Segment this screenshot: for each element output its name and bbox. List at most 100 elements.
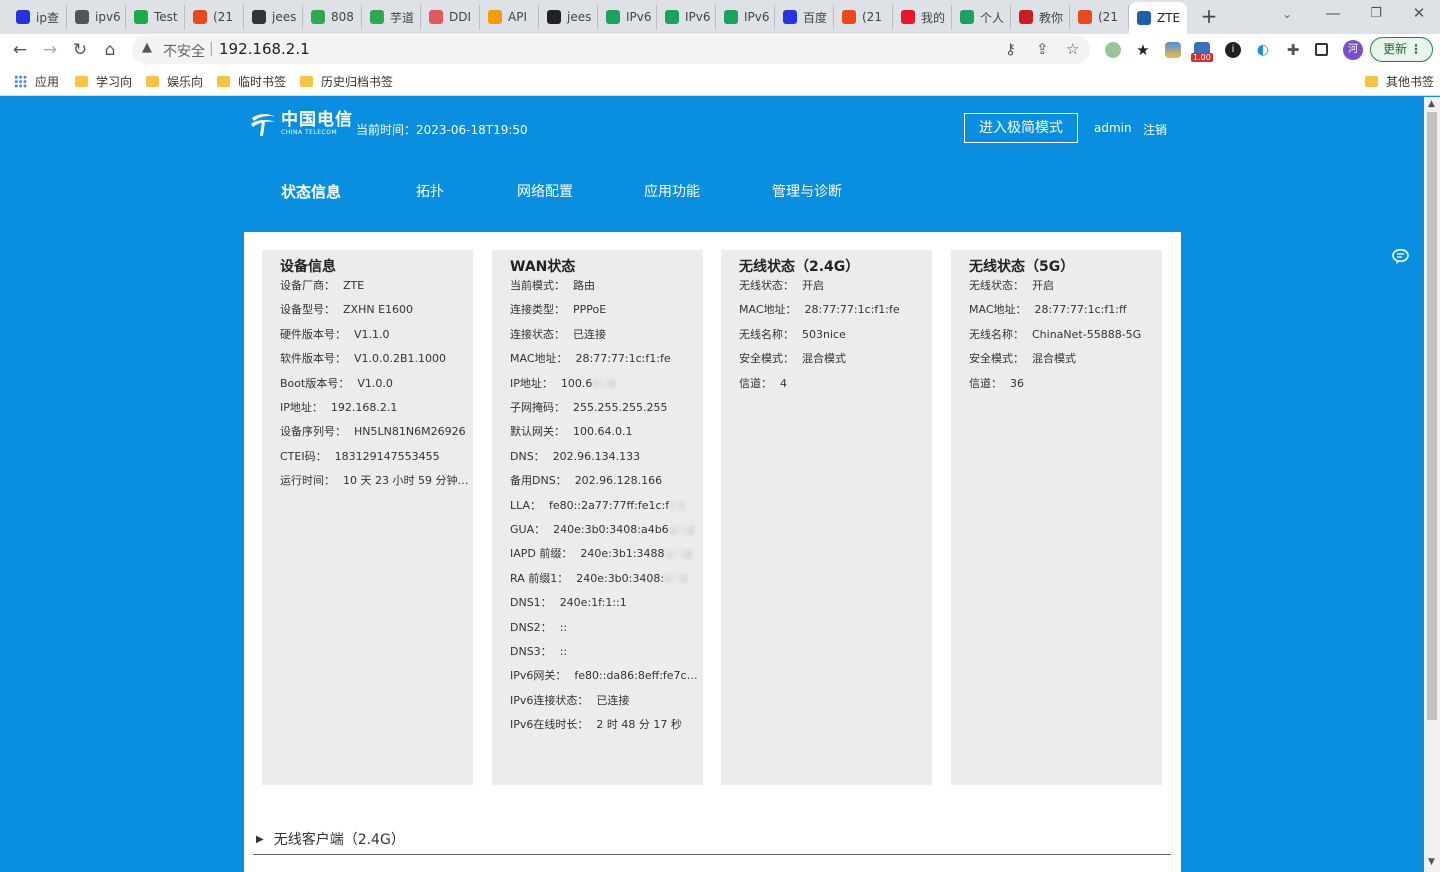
browser-tab[interactable]: 我的	[893, 5, 952, 29]
c-logo-icon	[1078, 10, 1092, 24]
browser-tab[interactable]: ip查	[8, 5, 67, 29]
url-text[interactable]: 192.168.2.1	[219, 40, 310, 58]
starred-icon[interactable]: ★	[1135, 42, 1151, 58]
bookmark-folder[interactable]: 学习向	[75, 73, 132, 90]
info-row: IP地址： 192.168.2.1	[280, 399, 470, 415]
browser-tab[interactable]: 808	[303, 5, 362, 29]
info-value: PPPoE	[573, 303, 607, 317]
extension-shield-icon[interactable]	[1165, 42, 1181, 58]
info-key: 设备序列号：	[280, 425, 346, 439]
browser-tab[interactable]: API	[480, 5, 539, 29]
info-row: MAC地址： 28:77:77:1c:f1:fe	[510, 350, 700, 366]
bookmark-label: 学习向	[96, 75, 133, 89]
info-key: IP地址：	[510, 376, 553, 390]
browser-tab[interactable]: DDI	[421, 5, 480, 29]
browser-tab[interactable]: jees	[244, 5, 303, 29]
bookmark-apps[interactable]: 应用	[14, 73, 59, 90]
info-value: 已连接	[573, 327, 606, 341]
browser-tab[interactable]: (21	[1070, 5, 1129, 29]
browser-tab[interactable]: 教你	[1011, 5, 1070, 29]
extension-bubble-icon[interactable]: ◐	[1255, 42, 1271, 58]
update-button[interactable]: 更新 ⋮	[1370, 37, 1433, 62]
key-icon[interactable]: ⚷	[1005, 40, 1016, 58]
profile-avatar[interactable]: 河	[1343, 40, 1363, 60]
redacted-blur	[665, 574, 688, 584]
chat-bubble-icon[interactable]	[1392, 248, 1409, 265]
scroll-thumb[interactable]	[1427, 112, 1437, 720]
info-row: 无线名称： ChinaNet-55888-5G	[969, 326, 1159, 342]
simple-mode-button[interactable]: 进入极简模式	[964, 113, 1078, 143]
status-card: 设备信息 设备厂商： ZTE 设备型号： ZXHN E1600 硬件版本号： V1.1.0 软…	[262, 250, 473, 785]
extension-green-icon[interactable]	[1105, 42, 1121, 58]
browser-tab[interactable]: jees	[539, 5, 598, 29]
logout-link[interactable]: 注销	[1143, 121, 1167, 138]
warning-triangle-icon[interactable]: ▲	[142, 40, 152, 55]
browser-tab[interactable]: IPv6	[598, 5, 657, 29]
share-icon[interactable]: ⇪	[1036, 40, 1049, 58]
extension-info-icon[interactable]: i	[1225, 42, 1241, 58]
address-separator: |	[209, 41, 214, 57]
info-row: DNS： 202.96.134.133	[510, 448, 700, 464]
scroll-up-icon[interactable]: ▲	[1428, 99, 1435, 109]
info-row: DNS1： 240e:1f:1::1	[510, 594, 700, 610]
page-scrollbar[interactable]: ▲ ▼	[1424, 97, 1440, 872]
browser-tab[interactable]: 芋道	[362, 5, 421, 29]
bookmark-folder[interactable]: 历史归档书签	[300, 73, 393, 90]
sidebar-icon[interactable]	[1315, 43, 1328, 56]
info-value: 255.255.255.255	[573, 401, 668, 414]
status-card: WAN状态 当前模式： 路由 连接类型： PPPoE 连接状态： 已连接 MAC地址： 28:7…	[492, 250, 703, 785]
browser-tab[interactable]: 百度	[775, 5, 834, 29]
info-value: 已连接	[596, 693, 630, 707]
bookmark-folder[interactable]: 临时书签	[217, 73, 286, 90]
info-row: DNS3：::	[510, 643, 700, 659]
window-close-icon[interactable]: ✕	[1404, 4, 1434, 22]
tab-label: 百度	[803, 10, 828, 25]
browser-tab[interactable]: ZTE ✕	[1129, 2, 1187, 34]
bookmark-label: 临时书签	[238, 75, 287, 89]
reload-icon[interactable]: ↻	[69, 39, 91, 61]
browser-tab[interactable]: 个人	[952, 5, 1011, 29]
browser-tab[interactable]: (21	[185, 5, 244, 29]
forward-arrow-icon[interactable]: →	[39, 39, 61, 61]
insecure-label[interactable]: 不安全	[163, 41, 205, 61]
info-key: IAPD 前缀：	[510, 547, 573, 561]
info-value: fe80::da86:8eff:fe7c:33	[574, 669, 700, 683]
menu-topology[interactable]: 拓扑	[416, 181, 444, 201]
n-logo-icon	[311, 10, 325, 24]
home-icon[interactable]: ⌂	[99, 39, 121, 61]
browser-tab[interactable]: Test	[126, 5, 185, 29]
info-row: IPv6在线时长： 2 时 48 分 17 秒	[510, 716, 700, 732]
minimize-icon[interactable]: —	[1318, 4, 1348, 22]
info-row: 设备型号： ZXHN E1600	[280, 301, 470, 317]
browser-tab[interactable]: IPv6	[657, 5, 716, 29]
new-tab-button[interactable]: +	[1198, 4, 1220, 28]
bookmark-label: 其他书签	[1386, 75, 1435, 89]
menu-management[interactable]: 管理与诊断	[772, 181, 842, 201]
address-bar[interactable]: ▲ 不安全 | 192.168.2.1 ⚷ ⇪ ☆	[132, 35, 1090, 64]
info-key: 运行时间：	[280, 474, 335, 488]
folder-icon	[300, 76, 313, 87]
browser-tab[interactable]: IPv6	[716, 5, 775, 29]
status-card: 无线状态（5G） 无线状态： 开启 MAC地址： 28:77:77:1c:f1:ff 无线…	[951, 250, 1162, 785]
browser-tab[interactable]: (21	[834, 5, 893, 29]
baidu-paw-icon	[783, 10, 797, 24]
wireless-clients-toggle[interactable]: ▶ 无线客户端（2.4G）	[256, 829, 405, 849]
tab-label: jees	[567, 10, 592, 24]
restore-icon[interactable]: ❐	[1361, 6, 1391, 21]
folder-icon	[1365, 76, 1378, 87]
back-arrow-icon[interactable]: ←	[9, 39, 31, 61]
browser-tab[interactable]: ipv6	[67, 5, 126, 29]
bookmark-folder[interactable]: 娱乐向	[146, 73, 203, 90]
bookmark-label: 娱乐向	[167, 75, 204, 89]
tab-search-chevron-icon[interactable]: ⌄	[1282, 7, 1292, 21]
info-value: 100.6	[560, 376, 593, 390]
menu-applications[interactable]: 应用功能	[644, 181, 700, 201]
bookmark-star-icon[interactable]: ☆	[1066, 40, 1079, 58]
bookmark-other[interactable]: 其他书签	[1365, 73, 1434, 90]
puzzle-icon[interactable]: ✚	[1285, 42, 1301, 58]
info-key: IP地址：	[280, 401, 323, 414]
menu-status-info[interactable]: 状态信息	[281, 181, 341, 202]
scroll-down-icon[interactable]: ▼	[1428, 857, 1435, 867]
menu-network-config[interactable]: 网络配置	[517, 181, 573, 201]
tab-close-icon[interactable]: ✕	[1186, 10, 1187, 26]
